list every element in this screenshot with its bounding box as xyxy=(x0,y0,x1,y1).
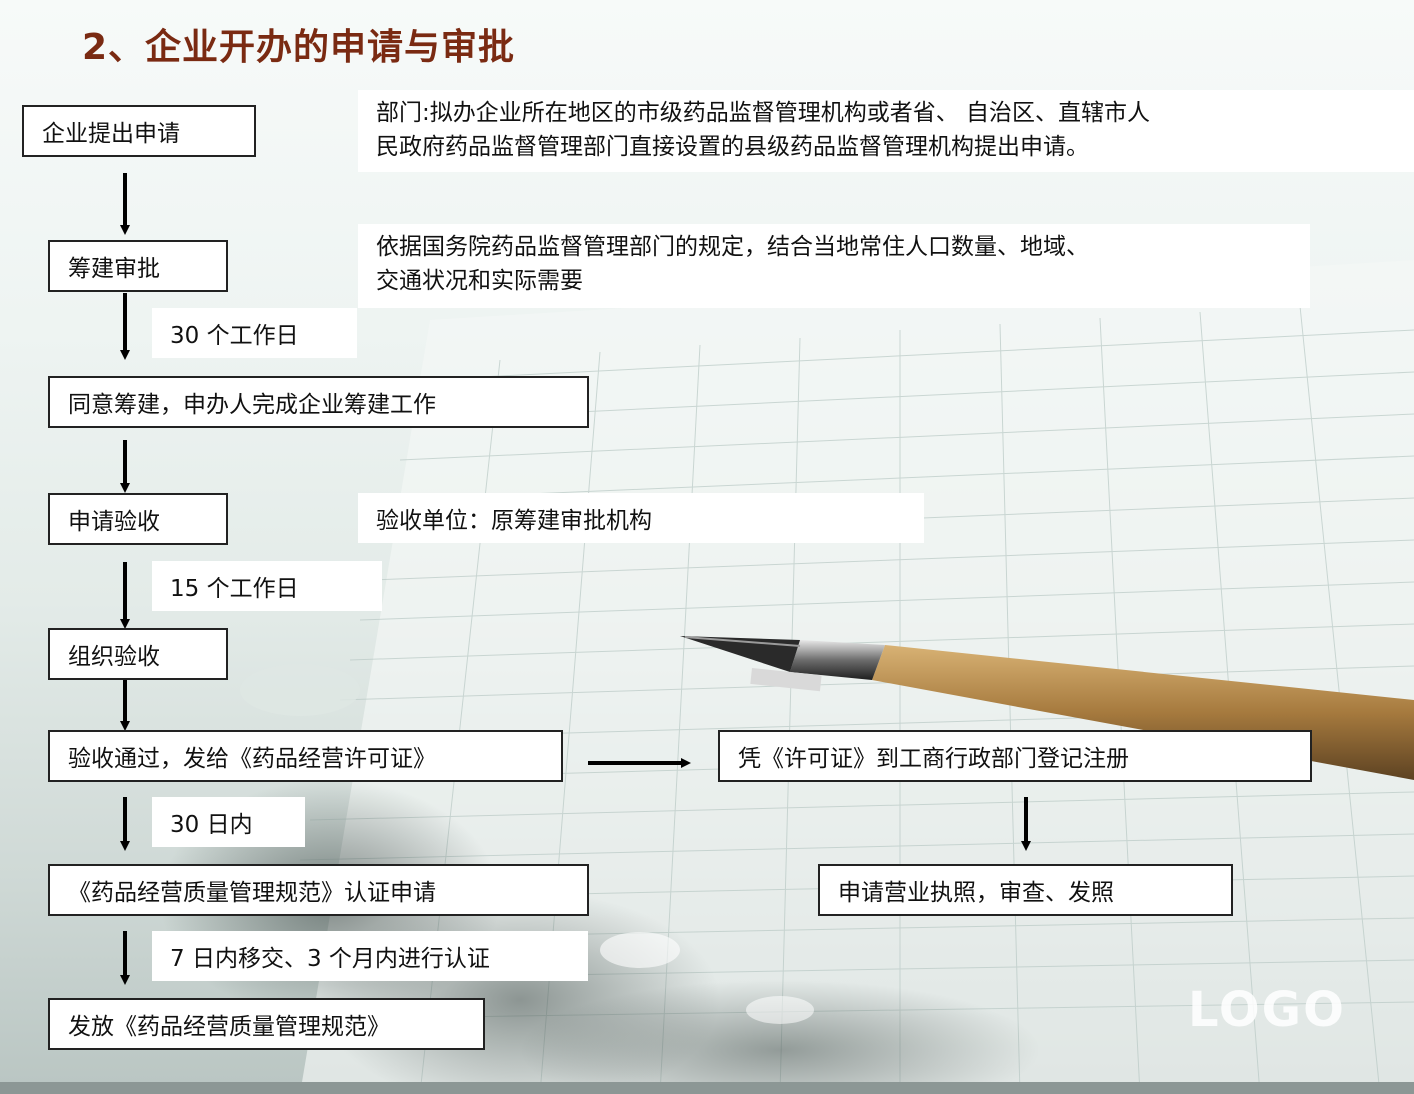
duration-15-workdays: 15 个工作日 xyxy=(152,561,382,611)
step-pass-label: 验收通过，发给《药品经营许可证》 xyxy=(68,746,436,772)
note-department: 部门:拟办企业所在地区的市级药品监督管理机构或者省、 自治区、直辖市人 民政府药… xyxy=(358,90,1414,172)
note-inspection-unit-text: 验收单位：原筹建审批机构 xyxy=(376,508,652,534)
step-gsp-apply: 《药品经营质量管理规范》认证申请 xyxy=(48,864,589,916)
duration-30-days: 30 日内 xyxy=(152,797,305,847)
step-license-label: 申请营业执照，审查、发照 xyxy=(838,880,1114,906)
duration-15-workdays-text: 15 个工作日 xyxy=(170,576,299,602)
step-inspect-apply-label: 申请验收 xyxy=(68,509,160,535)
step-approval-label: 筹建审批 xyxy=(68,256,160,282)
note-department-line1: 部门:拟办企业所在地区的市级药品监督管理机构或者省、 自治区、直辖市人 xyxy=(376,100,1151,126)
step-apply: 企业提出申请 xyxy=(22,105,256,157)
step-license: 申请营业执照，审查、发照 xyxy=(818,864,1233,916)
note-inspection-unit: 验收单位：原筹建审批机构 xyxy=(358,493,924,543)
note-department-line2: 民政府药品监督管理部门直接设置的县级药品监督管理机构提出申请。 xyxy=(376,134,1089,160)
step-prepare: 同意筹建，申办人完成企业筹建工作 xyxy=(48,376,589,428)
step-gsp-issue-label: 发放《药品经营质量管理规范》 xyxy=(68,1014,390,1040)
step-gsp-issue: 发放《药品经营质量管理规范》 xyxy=(48,998,485,1050)
note-basis: 依据国务院药品监督管理部门的规定，结合当地常住人口数量、地域、 交通状况和实际需… xyxy=(358,224,1310,308)
step-inspect-label: 组织验收 xyxy=(68,644,160,670)
step-inspect: 组织验收 xyxy=(48,628,228,680)
duration-transfer-certify: 7 日内移交、3 个月内进行认证 xyxy=(152,931,588,981)
step-register-label: 凭《许可证》到工商行政部门登记注册 xyxy=(738,746,1129,772)
duration-30-workdays: 30 个工作日 xyxy=(152,308,357,358)
step-gsp-apply-label: 《药品经营质量管理规范》认证申请 xyxy=(68,880,436,906)
logo: LOGO xyxy=(1188,982,1346,1038)
step-prepare-label: 同意筹建，申办人完成企业筹建工作 xyxy=(68,392,436,418)
duration-30-days-text: 30 日内 xyxy=(170,812,253,838)
note-basis-line2: 交通状况和实际需要 xyxy=(376,268,583,294)
duration-transfer-certify-text: 7 日内移交、3 个月内进行认证 xyxy=(170,946,490,972)
note-basis-line1: 依据国务院药品监督管理部门的规定，结合当地常住人口数量、地域、 xyxy=(376,234,1089,260)
duration-30-workdays-text: 30 个工作日 xyxy=(170,323,299,349)
step-apply-label: 企业提出申请 xyxy=(42,121,180,147)
step-approval: 筹建审批 xyxy=(48,240,228,292)
step-pass: 验收通过，发给《药品经营许可证》 xyxy=(48,730,563,782)
step-inspect-apply: 申请验收 xyxy=(48,493,228,545)
step-register: 凭《许可证》到工商行政部门登记注册 xyxy=(718,730,1312,782)
